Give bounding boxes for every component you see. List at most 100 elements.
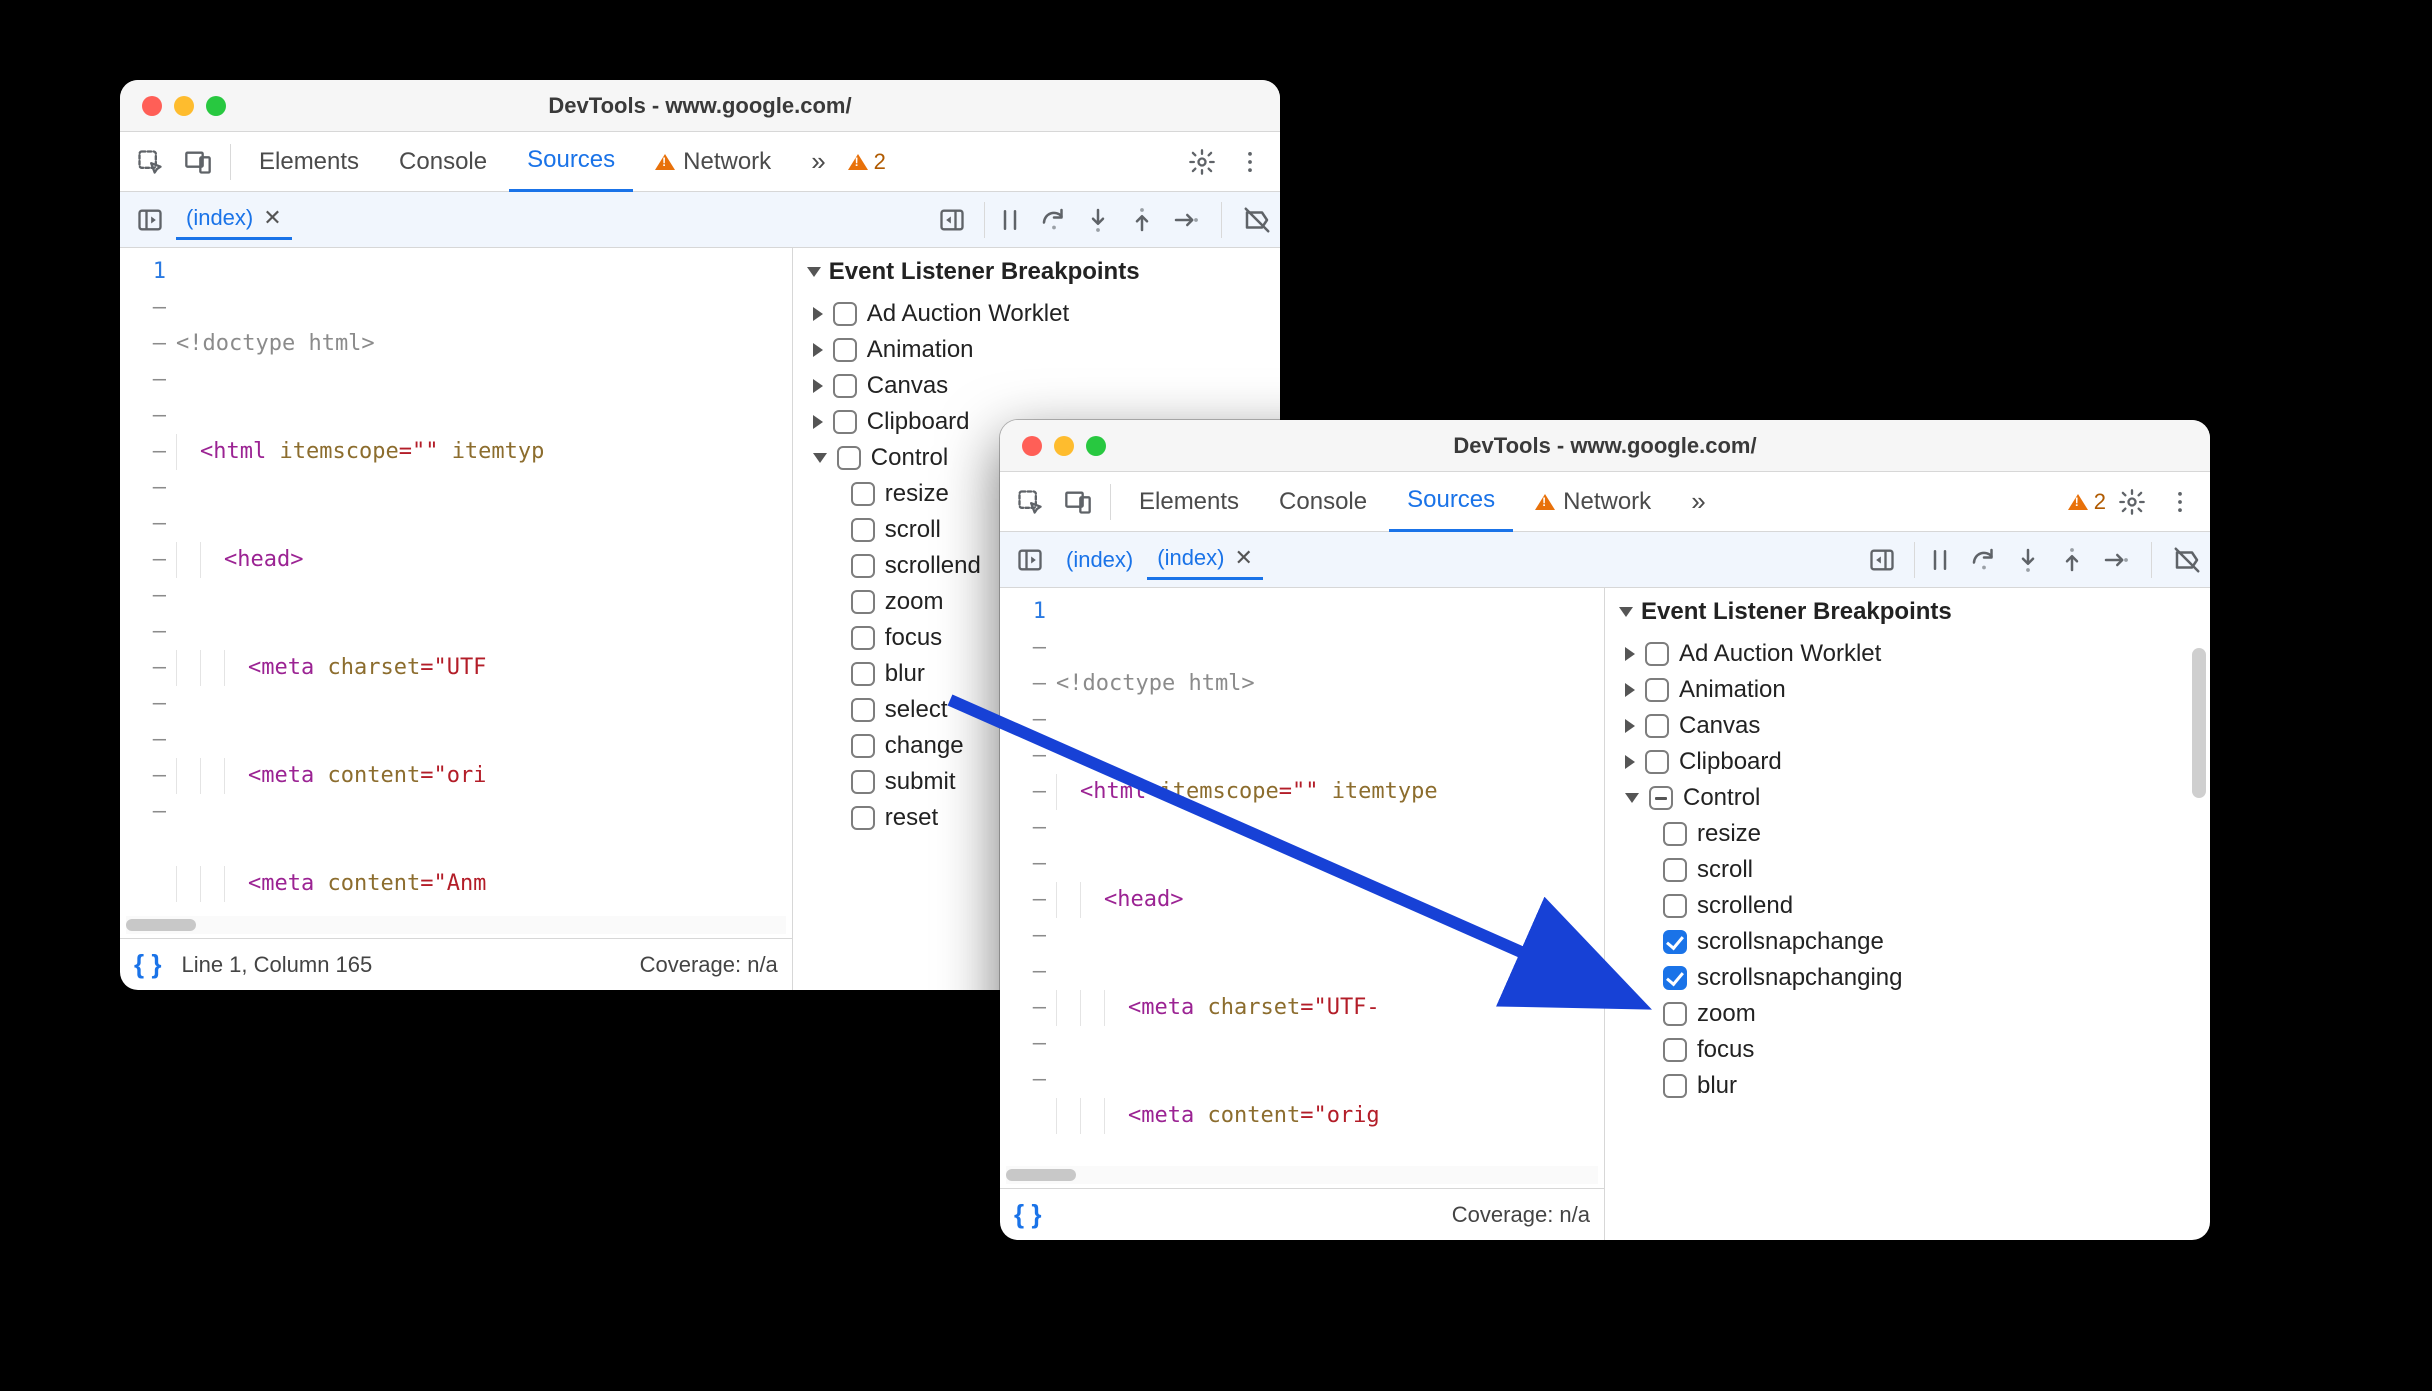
step-over-icon[interactable] [1969, 545, 1999, 575]
checkbox[interactable] [851, 806, 875, 830]
file-tab-index-1[interactable]: (index) [1056, 541, 1143, 579]
tab-elements[interactable]: Elements [1121, 472, 1257, 532]
breakpoint-category[interactable]: Clipboard [1605, 744, 2210, 780]
pretty-print-icon[interactable]: { } [134, 949, 161, 980]
event-breakpoints-header[interactable]: Event Listener Breakpoints [793, 248, 1280, 296]
checkbox[interactable] [1645, 714, 1669, 738]
horizontal-scrollbar[interactable] [1006, 1166, 1598, 1184]
checkbox[interactable] [1663, 1002, 1687, 1026]
checkbox[interactable] [833, 302, 857, 326]
titlebar[interactable]: DevTools - www.google.com/ [120, 80, 1280, 132]
breakpoint-category[interactable]: Canvas [1605, 708, 2210, 744]
breakpoint-item[interactable]: scrollend [1605, 888, 2210, 924]
deactivate-breakpoints-icon[interactable] [2172, 545, 2202, 575]
breakpoint-item[interactable]: zoom [1605, 996, 2210, 1032]
step-out-icon[interactable] [1127, 205, 1157, 235]
settings-gear-icon[interactable] [1180, 140, 1224, 184]
checkbox[interactable] [1663, 822, 1687, 846]
device-icon[interactable] [1056, 480, 1100, 524]
checkbox[interactable] [851, 626, 875, 650]
tab-sources[interactable]: Sources [1389, 472, 1513, 532]
pause-icon[interactable] [995, 205, 1025, 235]
pause-icon[interactable] [1925, 545, 1955, 575]
checkbox[interactable] [1663, 1074, 1687, 1098]
step-out-icon[interactable] [2057, 545, 2087, 575]
step-icon[interactable] [1171, 205, 1201, 235]
breakpoint-item[interactable]: scrollsnapchanging [1605, 960, 2210, 996]
debugger-sidebar[interactable]: Event Listener Breakpoints Ad Auction Wo… [1605, 588, 2210, 1240]
code-editor[interactable]: 1 ––––––––––––– <!doctype html> <html it… [1000, 588, 1605, 1240]
checkbox[interactable] [851, 662, 875, 686]
step-into-icon[interactable] [1083, 205, 1113, 235]
step-over-icon[interactable] [1039, 205, 1069, 235]
debugger-toggle-icon[interactable] [930, 198, 974, 242]
tab-network[interactable]: Network [637, 132, 789, 192]
pretty-print-icon[interactable]: { } [1014, 1199, 1041, 1230]
close-tab-icon[interactable]: ✕ [1235, 545, 1253, 571]
kebab-menu-icon[interactable] [2158, 480, 2202, 524]
checkbox[interactable] [1663, 930, 1687, 954]
code-editor[interactable]: 1 ––––––––––––––– <!doctype html> <html … [120, 248, 793, 990]
checkbox[interactable] [851, 482, 875, 506]
more-tabs[interactable]: » [793, 132, 843, 192]
checkbox[interactable] [1645, 642, 1669, 666]
checkbox[interactable] [851, 770, 875, 794]
checkbox[interactable] [833, 410, 857, 434]
inspect-icon[interactable] [1008, 480, 1052, 524]
event-breakpoints-header[interactable]: Event Listener Breakpoints [1605, 588, 2210, 636]
navigator-toggle-icon[interactable] [128, 198, 172, 242]
chevron-right-icon [813, 379, 823, 393]
step-icon[interactable] [2101, 545, 2131, 575]
inspect-icon[interactable] [128, 140, 172, 184]
checkbox[interactable] [1663, 894, 1687, 918]
more-tabs[interactable]: » [1673, 472, 1723, 532]
checkbox[interactable] [837, 446, 861, 470]
breakpoint-category[interactable]: Ad Auction Worklet [1605, 636, 2210, 672]
deactivate-breakpoints-icon[interactable] [1242, 205, 1272, 235]
breakpoint-item[interactable]: blur [1605, 1068, 2210, 1104]
checkbox[interactable] [851, 698, 875, 722]
checkbox[interactable] [833, 338, 857, 362]
breakpoint-category[interactable]: Animation [1605, 672, 2210, 708]
breakpoint-label: focus [1697, 1036, 1754, 1064]
breakpoint-category[interactable]: Canvas [793, 368, 1280, 404]
breakpoint-label: reset [885, 804, 938, 832]
tab-sources[interactable]: Sources [509, 132, 633, 192]
checkbox[interactable] [1645, 750, 1669, 774]
tab-console[interactable]: Console [381, 132, 505, 192]
checkbox[interactable] [851, 734, 875, 758]
checkbox[interactable] [833, 374, 857, 398]
breakpoint-item[interactable]: scroll [1605, 852, 2210, 888]
vertical-scrollbar[interactable] [2192, 648, 2206, 798]
tab-elements[interactable]: Elements [241, 132, 377, 192]
device-icon[interactable] [176, 140, 220, 184]
breakpoint-category[interactable]: Animation [793, 332, 1280, 368]
breakpoint-category[interactable]: Control [1605, 780, 2210, 816]
checkbox[interactable] [851, 518, 875, 542]
breakpoint-category[interactable]: Ad Auction Worklet [793, 296, 1280, 332]
kebab-menu-icon[interactable] [1228, 140, 1272, 184]
checkbox[interactable] [1645, 678, 1669, 702]
warning-count[interactable]: 2 [848, 149, 886, 175]
horizontal-scrollbar[interactable] [126, 916, 786, 934]
tab-network[interactable]: Network [1517, 472, 1669, 532]
file-tab-index[interactable]: (index) ✕ [176, 199, 292, 240]
checkbox[interactable] [1663, 966, 1687, 990]
file-tab-index-2[interactable]: (index)✕ [1147, 539, 1263, 580]
checkbox[interactable] [1663, 858, 1687, 882]
breakpoint-item[interactable]: resize [1605, 816, 2210, 852]
debugger-toggle-icon[interactable] [1860, 538, 1904, 582]
breakpoint-item[interactable]: scrollsnapchange [1605, 924, 2210, 960]
close-tab-icon[interactable]: ✕ [263, 205, 281, 231]
tab-console[interactable]: Console [1261, 472, 1385, 532]
navigator-toggle-icon[interactable] [1008, 538, 1052, 582]
settings-gear-icon[interactable] [2110, 480, 2154, 524]
checkbox[interactable] [1649, 786, 1673, 810]
checkbox[interactable] [1663, 1038, 1687, 1062]
checkbox[interactable] [851, 554, 875, 578]
breakpoint-item[interactable]: focus [1605, 1032, 2210, 1068]
warning-count[interactable]: 2 [2068, 489, 2106, 515]
step-into-icon[interactable] [2013, 545, 2043, 575]
titlebar[interactable]: DevTools - www.google.com/ [1000, 420, 2210, 472]
checkbox[interactable] [851, 590, 875, 614]
